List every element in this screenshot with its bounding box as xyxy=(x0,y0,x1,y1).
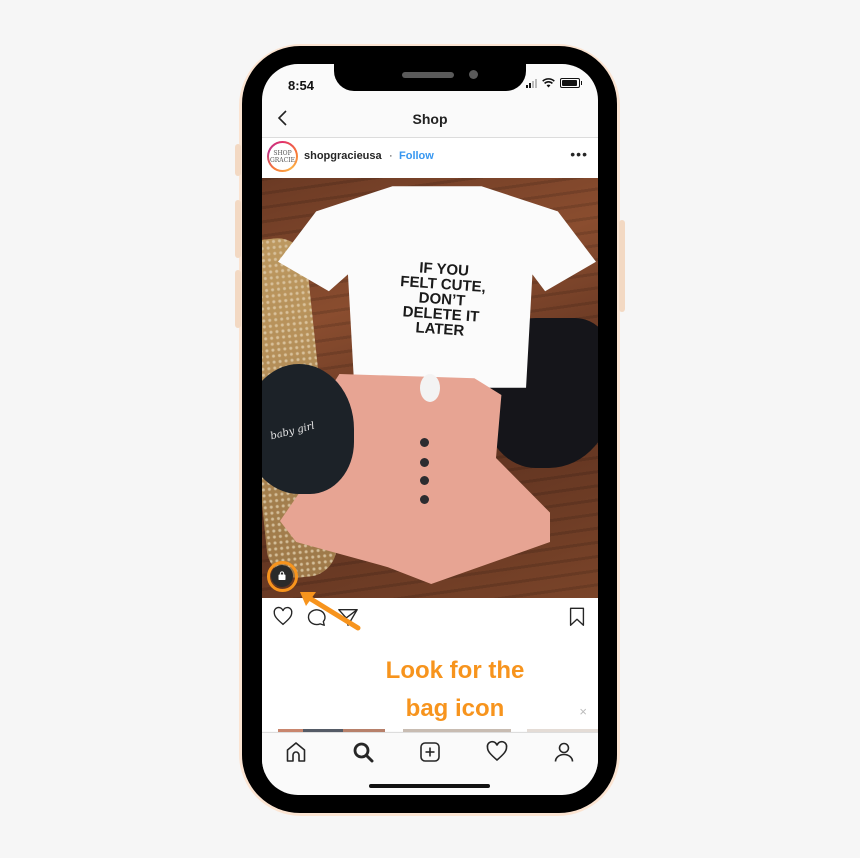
shirt-knot xyxy=(420,374,440,402)
side-button-mute xyxy=(235,144,241,176)
status-time: 8:54 xyxy=(288,78,315,93)
profile-icon[interactable] xyxy=(552,740,576,764)
phone-screen: 8:54 Shop SHOP GRACIE shopgracieusa · Fol… xyxy=(262,64,598,795)
more-options-icon[interactable]: ••• xyxy=(570,146,588,162)
side-button-power xyxy=(619,220,625,312)
shorts-button xyxy=(420,476,429,485)
cellular-signal-icon xyxy=(526,78,537,88)
notch xyxy=(334,64,526,91)
home-icon[interactable] xyxy=(284,740,308,764)
battery-icon xyxy=(560,78,582,88)
like-heart-icon[interactable] xyxy=(272,606,294,628)
wifi-icon xyxy=(542,78,555,88)
shorts-button xyxy=(420,458,429,467)
post-header: SHOP GRACIE shopgracieusa · Follow ••• xyxy=(262,138,598,178)
annotation-arrow xyxy=(300,592,361,631)
avatar-text-2: GRACIE xyxy=(270,156,295,164)
activity-heart-icon[interactable] xyxy=(485,740,509,764)
camera xyxy=(469,70,478,79)
side-button-volume-up xyxy=(235,200,241,258)
cap-text: baby girl xyxy=(269,420,316,443)
avatar[interactable]: SHOP GRACIE xyxy=(267,141,298,172)
page-title: Shop xyxy=(412,111,448,127)
annotation-text: Look for the bag icon xyxy=(375,652,535,728)
side-button-volume-down xyxy=(235,270,241,328)
search-icon[interactable] xyxy=(351,740,375,764)
shorts-button xyxy=(420,438,429,447)
separator: · xyxy=(389,150,393,162)
follow-button[interactable]: Follow xyxy=(399,150,434,162)
status-icons xyxy=(526,78,582,88)
home-indicator[interactable] xyxy=(369,784,490,788)
post-footer-area: Look for the bag icon × xyxy=(262,638,598,731)
bottom-tab-bar xyxy=(262,732,598,773)
avatar-logo: SHOP GRACIE xyxy=(269,143,296,170)
nav-bar: Shop xyxy=(262,100,598,138)
annotation-line: bag icon xyxy=(405,695,505,722)
avatar-text-1: SHOP xyxy=(273,149,292,157)
post-image[interactable]: IF YOU FELT CUTE, DON’T DELETE IT LATER … xyxy=(262,178,598,598)
save-bookmark-icon[interactable] xyxy=(566,606,588,628)
username-link[interactable]: shopgracieusa xyxy=(304,150,382,162)
annotation-line: Look for the xyxy=(385,657,525,684)
dismiss-icon[interactable]: × xyxy=(579,704,587,719)
speaker xyxy=(402,72,454,78)
shirt-slogan: IF YOU FELT CUTE, DON’T DELETE IT LATER xyxy=(370,257,515,342)
shorts-button xyxy=(420,495,429,504)
add-post-icon[interactable] xyxy=(418,740,442,764)
